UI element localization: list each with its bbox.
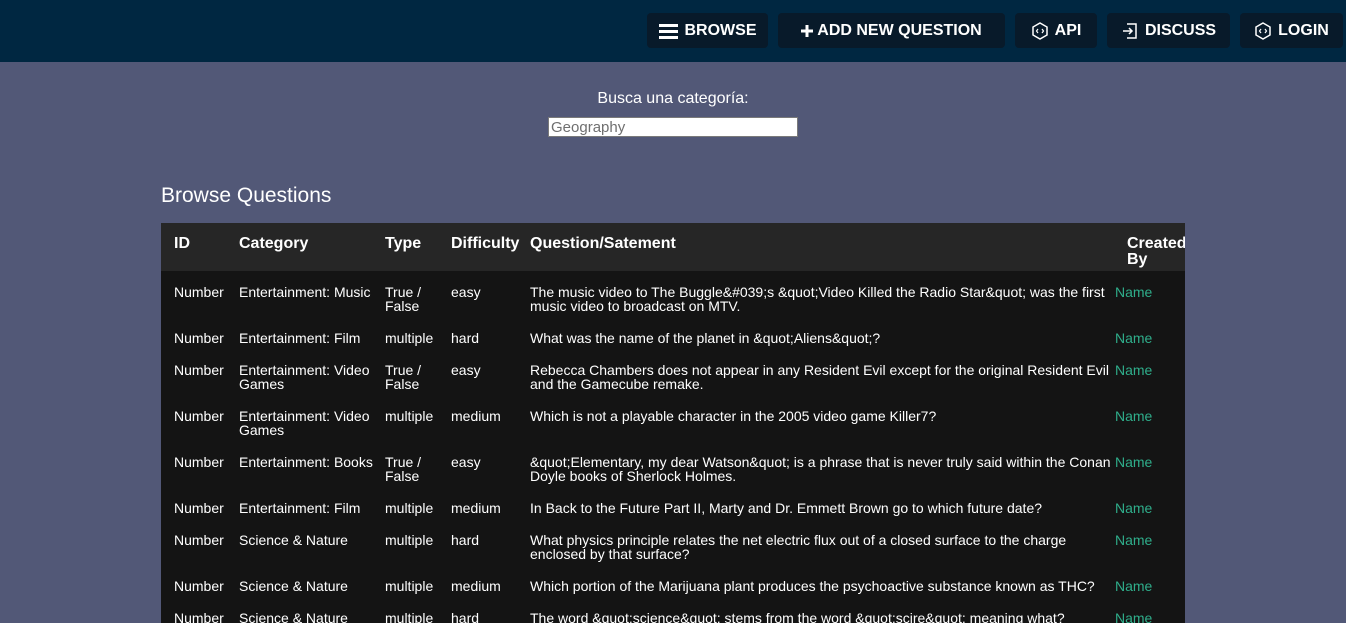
table-row: Number Entertainment: Film multiple hard Wha… <box>161 317 1185 349</box>
cell-difficulty: medium <box>451 500 501 516</box>
cell-type: multiple <box>385 330 434 346</box>
table-row: Number Science & Nature multiple medium Whic… <box>161 565 1185 597</box>
cell-question: Rebecca Chambers does not appear in any … <box>530 362 1109 392</box>
table-row: Number Entertainment: Music True / False ea… <box>161 271 1185 317</box>
cell-category: Science & Nature <box>239 610 348 623</box>
table-row: Number Entertainment: Video Games True / F… <box>161 349 1185 395</box>
table-row: Number Science & Nature multiple hard The wo… <box>161 597 1185 623</box>
login-button[interactable]: LOGIN <box>1240 13 1343 48</box>
api-button[interactable]: API <box>1015 13 1097 48</box>
cell-category: Entertainment: Film <box>239 500 361 516</box>
category-search: Busca una categoría: <box>0 90 1346 137</box>
cell-question: What physics principle relates the net e… <box>530 532 1067 562</box>
menu-icon <box>658 23 679 39</box>
discuss-label: DISCUSS <box>1144 21 1217 39</box>
cell-category: Entertainment: Video Games <box>239 408 370 438</box>
table-row: Number Entertainment: Film multiple medium I… <box>161 487 1185 519</box>
search-label: Busca una categoría: <box>597 90 749 107</box>
cell-type: multiple <box>385 500 434 516</box>
category-search-input[interactable] <box>548 117 798 137</box>
cell-question: In Back to the Future Part II, Marty and… <box>530 500 1043 516</box>
cell-id: Number <box>174 610 224 623</box>
table-row: Number Science & Nature multiple hard What p… <box>161 519 1185 565</box>
api-label: API <box>1054 21 1082 39</box>
cell-category: Science & Nature <box>239 532 348 548</box>
cell-id: Number <box>174 454 224 470</box>
cell-type: multiple <box>385 610 434 623</box>
cell-category: Entertainment: Video Games <box>239 362 370 392</box>
code-cube-icon <box>1254 21 1272 40</box>
cell-created-by[interactable]: Name <box>1115 317 1185 349</box>
header-question: Question/Satement <box>530 235 676 252</box>
cell-question: Which is not a playable character in the… <box>530 408 937 424</box>
table-row: Number Entertainment: Video Games multiple… <box>161 395 1185 441</box>
cell-difficulty: hard <box>451 330 480 346</box>
cell-created-by[interactable]: Name <box>1115 271 1185 317</box>
cell-id: Number <box>174 500 224 516</box>
cell-created-by[interactable]: Name <box>1115 395 1185 441</box>
cell-question: What was the name of the planet in &quot… <box>530 330 881 346</box>
cell-type: multiple <box>385 532 434 548</box>
cell-difficulty: easy <box>451 454 481 470</box>
header-difficulty: Difficulty <box>451 235 520 252</box>
cell-id: Number <box>174 408 224 424</box>
code-cube-icon <box>1031 21 1049 40</box>
cell-type: multiple <box>385 408 434 424</box>
cell-type: multiple <box>385 578 434 594</box>
top-navbar: BROWSE ADD NEW QUESTION API DISCUSS LOGI… <box>0 0 1346 62</box>
cell-difficulty: hard <box>451 610 480 623</box>
plus-icon <box>801 24 814 37</box>
page-title: Browse Questions <box>161 184 332 207</box>
questions-table: ID Category Type Difficulty Question/Sat… <box>161 223 1185 623</box>
browse-button[interactable]: BROWSE <box>647 13 768 48</box>
cell-question: The music video to The Buggle&#039;s &qu… <box>530 284 1105 314</box>
cell-created-by[interactable]: Name <box>1115 487 1185 519</box>
browse-label: BROWSE <box>684 21 757 39</box>
cell-created-by[interactable]: Name <box>1115 349 1185 395</box>
add-new-question-button[interactable]: ADD NEW QUESTION <box>778 13 1005 48</box>
header-category: Category <box>239 235 309 252</box>
cell-id: Number <box>174 330 224 346</box>
header-created-by: Created By <box>1127 235 1185 268</box>
cell-id: Number <box>174 532 224 548</box>
cell-created-by[interactable]: Name <box>1115 565 1185 597</box>
discuss-button[interactable]: DISCUSS <box>1107 13 1230 48</box>
cell-type: True / False <box>385 362 422 392</box>
cell-type: True / False <box>385 454 422 484</box>
cell-type: True / False <box>385 284 422 314</box>
cell-question: &quot;Elementary, my dear Watson&quot; i… <box>530 454 1111 484</box>
cell-created-by[interactable]: Name <box>1115 519 1185 565</box>
cell-category: Science & Nature <box>239 578 348 594</box>
cell-id: Number <box>174 578 224 594</box>
cell-category: Entertainment: Film <box>239 330 361 346</box>
login-label: LOGIN <box>1278 21 1329 39</box>
table-header-row: ID Category Type Difficulty Question/Sat… <box>161 223 1185 271</box>
cell-question: Which portion of the Marijuana plant pro… <box>530 578 1095 594</box>
cell-category: Entertainment: Books <box>239 454 373 470</box>
cell-id: Number <box>174 284 224 300</box>
add-question-label: ADD NEW QUESTION <box>817 21 982 39</box>
cell-category: Entertainment: Music <box>239 284 371 300</box>
cell-id: Number <box>174 362 224 378</box>
cell-difficulty: easy <box>451 284 481 300</box>
cell-difficulty: hard <box>451 532 480 548</box>
cell-difficulty: easy <box>451 362 481 378</box>
header-id: ID <box>174 235 190 252</box>
cell-difficulty: medium <box>451 578 501 594</box>
cell-difficulty: medium <box>451 408 501 424</box>
cell-created-by[interactable]: Name <box>1115 441 1185 487</box>
sign-in-icon <box>1121 22 1139 40</box>
table-row: Number Entertainment: Books True / False ea… <box>161 441 1185 487</box>
cell-question: The word &quot;science&quot; stems from … <box>530 610 1065 623</box>
cell-created-by[interactable]: Name <box>1115 597 1185 623</box>
header-type: Type <box>385 235 422 252</box>
